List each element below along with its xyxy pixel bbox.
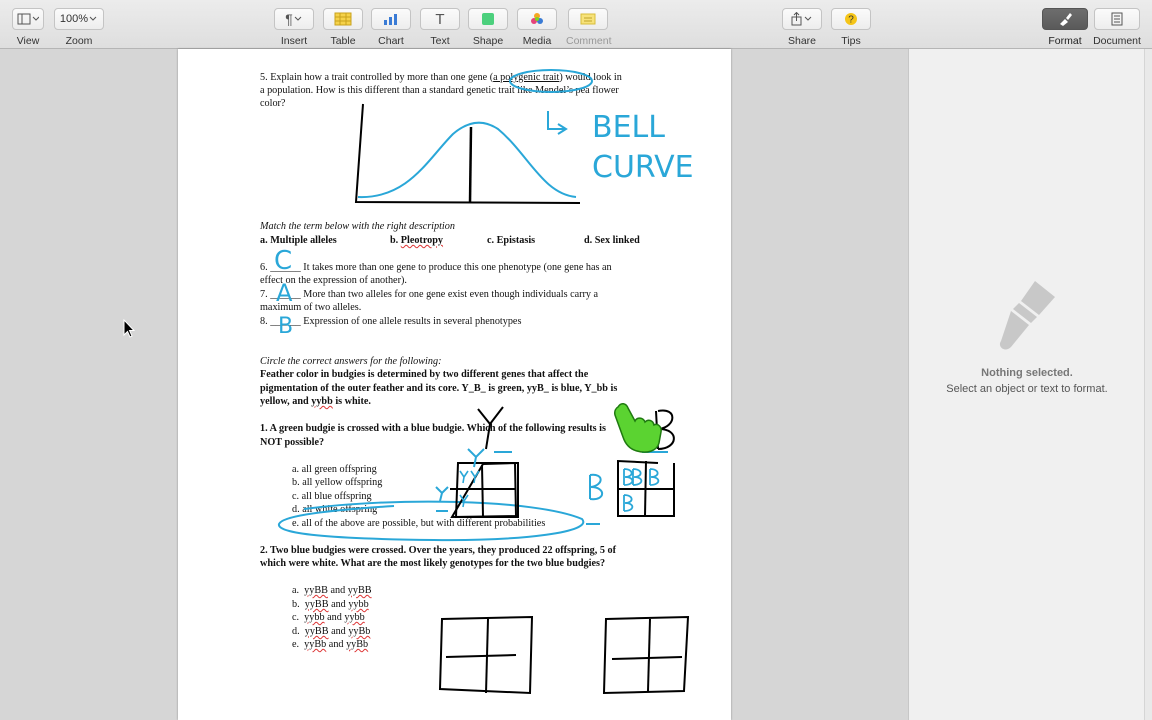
answer-7-text: A	[276, 279, 293, 307]
q2-option-e[interactable]: e. yyBb and yyBb	[292, 638, 368, 652]
term-b: b. Pleotropy	[390, 235, 444, 246]
zoom-select: 100%	[54, 8, 104, 30]
comment-label: Comment	[566, 35, 612, 47]
document-label: Document	[1093, 35, 1141, 47]
q1-option-b[interactable]: b. all yellow offspring	[292, 476, 382, 490]
paintbrush-icon	[999, 281, 1055, 350]
vertical-scrollbar[interactable]	[1144, 49, 1152, 720]
q2-option-d[interactable]: d. yyBB and yyBb	[292, 625, 370, 639]
question-icon: ?	[831, 8, 871, 30]
tips-label: Tips	[841, 35, 861, 47]
table-button[interactable]: Table	[323, 8, 363, 47]
matching-answers-handwriting: C A B	[274, 246, 293, 339]
table-icon	[323, 8, 363, 30]
media-button[interactable]: Media	[517, 8, 557, 47]
q2-option-c[interactable]: c. yybb and yybb	[292, 611, 365, 625]
view-label: View	[16, 35, 40, 47]
table-label: Table	[330, 35, 356, 47]
document-icon	[1094, 8, 1140, 30]
feather-line-3: yellow, and yybb is white.	[260, 396, 371, 407]
document-page[interactable]: 5. Explain how a trait controlled by mor…	[178, 49, 731, 720]
view-button[interactable]: View	[12, 8, 44, 47]
toolbar: View 100% Zoom ¶ Insert Table Chart T Te…	[0, 0, 1152, 49]
svg-text:?: ?	[848, 15, 854, 26]
media-icon	[517, 8, 557, 30]
media-label: Media	[522, 35, 552, 47]
format-button[interactable]: Format	[1042, 8, 1088, 47]
insert-label: Insert	[280, 35, 308, 47]
mouse-cursor-icon	[123, 319, 136, 338]
question-2-line-1: 2. Two blue budgies were crossed. Over t…	[260, 545, 616, 556]
question-7-line-1: 7. ______ More than two alleles for one …	[260, 289, 599, 300]
shape-icon	[468, 8, 508, 30]
question-2-line-2: which were white. What are the most like…	[260, 558, 606, 569]
text-icon: T	[420, 8, 460, 30]
text-button[interactable]: T Text	[420, 8, 460, 47]
chart-label: Chart	[378, 35, 404, 47]
bell-curve-handwriting: BELL CURVE	[547, 110, 694, 185]
pilcrow-icon: ¶	[274, 8, 314, 30]
polygenic-circle-annotation	[509, 69, 593, 93]
bell-text: BELL	[592, 110, 665, 145]
comment-icon	[568, 8, 608, 30]
feather-line-1: Feather color in budgies is determined b…	[260, 369, 589, 380]
select-hint-text: Select an object or text to format.	[946, 383, 1108, 395]
q2-option-a[interactable]: a. yyBB and yyBB	[292, 584, 372, 598]
document-button[interactable]: Document	[1092, 8, 1142, 47]
term-c: c. Epistasis	[487, 235, 536, 246]
zoom-label: Zoom	[65, 35, 93, 47]
tips-button[interactable]: ? Tips	[831, 8, 871, 47]
chevron-down-icon	[89, 16, 97, 21]
pointer-hand-icon	[614, 403, 662, 453]
canvas-background-left	[0, 49, 178, 720]
format-sidebar: Nothing selected. Select an object or te…	[908, 49, 1145, 720]
share-button[interactable]: Share	[782, 8, 822, 47]
paintbrush-icon	[1042, 8, 1088, 30]
share-label: Share	[787, 35, 817, 47]
circle-title: Circle the correct answers for the follo…	[260, 356, 442, 367]
shape-label: Shape	[472, 35, 504, 47]
sidebar-toggle-icon	[12, 8, 44, 30]
text-label: Text	[430, 35, 450, 47]
empty-punnett-sketches	[438, 615, 690, 695]
question-1-line-2: NOT possible?	[260, 437, 325, 448]
canvas-background-right	[731, 49, 908, 720]
chart-icon	[371, 8, 411, 30]
chart-button[interactable]: Chart	[371, 8, 411, 47]
answer-6-text: C	[274, 246, 292, 276]
share-icon	[782, 8, 822, 30]
q1-option-a[interactable]: a. all green offspring	[292, 463, 377, 477]
curve-text: CURVE	[592, 150, 694, 185]
shape-button[interactable]: Shape	[468, 8, 508, 47]
zoom-value: 100%	[59, 13, 89, 25]
question-5-line-3: color?	[260, 98, 286, 109]
zoom-button[interactable]: 100% Zoom	[54, 8, 104, 47]
format-label: Format	[1048, 35, 1082, 47]
match-title: Match the term below with the right desc…	[260, 221, 455, 232]
q2-option-b[interactable]: b. yyBB and yybb	[292, 598, 369, 612]
term-d: d. Sex linked	[584, 235, 640, 246]
insert-button[interactable]: ¶ Insert	[274, 8, 314, 47]
nothing-selected-text: Nothing selected.	[981, 367, 1073, 379]
answer-8-text: B	[278, 314, 293, 339]
comment-button[interactable]: Comment	[566, 8, 612, 47]
question-6-line-1: 6. ______ It takes more than one gene to…	[260, 262, 612, 273]
